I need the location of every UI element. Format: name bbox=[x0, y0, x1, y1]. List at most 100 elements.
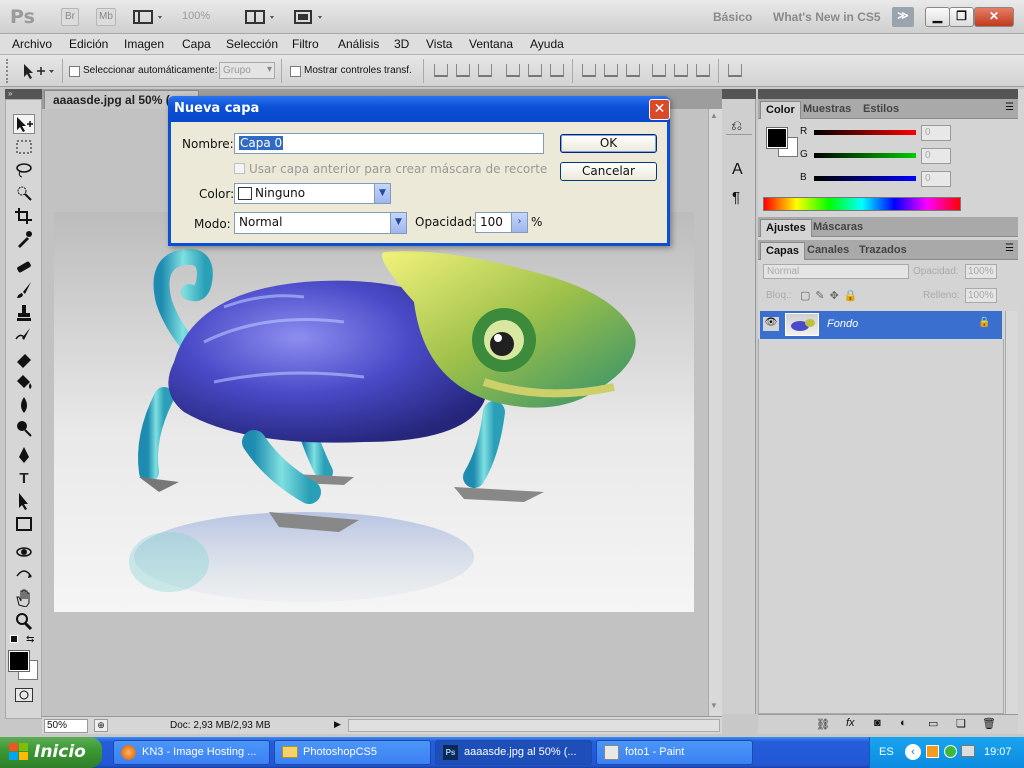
tab-mascaras[interactable]: Máscaras bbox=[808, 219, 868, 237]
history-panel-icon[interactable]: ⎌ bbox=[731, 117, 742, 134]
dodge-tool[interactable] bbox=[13, 419, 35, 439]
tab-muestras[interactable]: Muestras bbox=[798, 101, 856, 119]
pen-tool[interactable] bbox=[13, 446, 35, 466]
lock-icons[interactable]: ▢✎✥🔒 bbox=[800, 289, 863, 302]
layer-row-fondo[interactable]: 👁 Fondo 🔒 bbox=[760, 311, 1002, 339]
eraser-tool[interactable] bbox=[13, 350, 35, 370]
move-tool[interactable] bbox=[13, 114, 35, 134]
arrange-documents-button[interactable] bbox=[244, 8, 280, 26]
menu-ayuda[interactable]: Ayuda bbox=[530, 37, 564, 51]
character-panel-icon[interactable]: A bbox=[732, 161, 743, 179]
paragraph-panel-icon[interactable]: ¶ bbox=[732, 189, 740, 206]
workspace-more-button[interactable]: ≫ bbox=[892, 7, 914, 27]
tray-status-icon[interactable] bbox=[944, 745, 957, 758]
tray-app-icon[interactable] bbox=[926, 745, 939, 758]
clip-mask-checkbox[interactable] bbox=[234, 163, 245, 174]
tab-canales[interactable]: Canales bbox=[802, 242, 854, 260]
view-extras-dropdown[interactable] bbox=[132, 8, 168, 26]
blue-value[interactable]: 0 bbox=[921, 171, 951, 187]
color-foreground-swatch[interactable] bbox=[766, 127, 788, 149]
blue-slider[interactable] bbox=[814, 176, 916, 181]
fx-icon[interactable]: fx bbox=[846, 717, 855, 729]
color-spectrum-ramp[interactable] bbox=[763, 197, 961, 211]
minimize-button[interactable]: ▁ bbox=[925, 7, 950, 27]
quick-selection-tool[interactable] bbox=[13, 184, 35, 204]
menu-capa[interactable]: Capa bbox=[182, 37, 211, 51]
adjustment-layer-icon[interactable]: ◐ bbox=[900, 717, 907, 729]
align-bottom-icon[interactable] bbox=[478, 64, 492, 77]
tray-network-icon[interactable] bbox=[961, 745, 975, 757]
mode-dropdown[interactable]: Normal ▼ bbox=[234, 212, 407, 234]
red-value[interactable]: 0 bbox=[921, 125, 951, 141]
foreground-color-swatch[interactable] bbox=[8, 650, 30, 672]
3d-rotate-tool[interactable] bbox=[13, 543, 35, 563]
fill-input[interactable]: 100% bbox=[965, 288, 997, 303]
align-vcenter-icon[interactable] bbox=[456, 64, 470, 77]
dialog-close-button[interactable]: ✕ bbox=[649, 99, 670, 120]
start-button[interactable]: Inicio bbox=[0, 737, 102, 768]
rectangle-tool[interactable] bbox=[13, 515, 35, 535]
red-slider[interactable] bbox=[814, 130, 916, 135]
default-colors-icon[interactable] bbox=[10, 635, 18, 643]
tool-preset-picker[interactable] bbox=[22, 62, 58, 80]
distribute-hcenter-icon[interactable] bbox=[674, 64, 688, 77]
menu-imagen[interactable]: Imagen bbox=[124, 37, 164, 51]
menu-3d[interactable]: 3D bbox=[394, 37, 409, 51]
blend-mode-dropdown[interactable]: Normal bbox=[763, 264, 909, 279]
clone-stamp-tool[interactable] bbox=[13, 304, 35, 324]
path-selection-tool[interactable] bbox=[13, 492, 35, 512]
show-hidden-icons-icon[interactable]: ‹ bbox=[905, 744, 921, 760]
workspace-basic[interactable]: Básico bbox=[713, 10, 752, 24]
language-indicator[interactable]: ES bbox=[879, 746, 894, 758]
opacity-input[interactable]: 100 › bbox=[475, 212, 528, 233]
distribute-left-icon[interactable] bbox=[652, 64, 666, 77]
tab-estilos[interactable]: Estilos bbox=[858, 101, 904, 119]
collapse-bar[interactable] bbox=[722, 89, 756, 99]
auto-select-dropdown[interactable]: Grupo ▾ bbox=[219, 62, 275, 79]
tools-collapse-bar[interactable]: » bbox=[5, 89, 42, 99]
type-tool[interactable]: T bbox=[13, 469, 35, 489]
lasso-tool[interactable] bbox=[13, 161, 35, 181]
clock[interactable]: 19:07 bbox=[984, 746, 1012, 758]
task-photoshop[interactable]: Ps aaaasde.jpg al 50% (... bbox=[435, 740, 592, 765]
bridge-button[interactable]: Br bbox=[61, 8, 79, 26]
distribute-right-icon[interactable] bbox=[696, 64, 710, 77]
eyedropper-tool[interactable] bbox=[13, 230, 35, 250]
panels-collapse-bar[interactable] bbox=[758, 89, 1018, 99]
layers-scrollbar[interactable] bbox=[1005, 311, 1018, 714]
restore-button[interactable]: ❐ bbox=[949, 7, 974, 27]
dialog-title-bar[interactable]: Nueva capa ✕ bbox=[168, 96, 670, 122]
tab-trazados[interactable]: Trazados bbox=[854, 242, 912, 260]
distribute-vcenter-icon[interactable] bbox=[604, 64, 618, 77]
3d-orbit-tool[interactable] bbox=[13, 566, 35, 586]
healing-brush-tool[interactable] bbox=[13, 258, 35, 278]
workspace-whats-new[interactable]: What's New in CS5 bbox=[773, 10, 881, 24]
align-top-icon[interactable] bbox=[434, 64, 448, 77]
swap-colors-icon[interactable]: ⇆ bbox=[26, 634, 34, 645]
color-dropdown[interactable]: Ninguno ▼ bbox=[234, 183, 391, 204]
align-left-icon[interactable] bbox=[506, 64, 520, 77]
align-hcenter-icon[interactable] bbox=[528, 64, 542, 77]
status-arrow-icon[interactable]: ▶ bbox=[334, 719, 341, 730]
layers-panel-menu-icon[interactable]: ☰ bbox=[1005, 243, 1014, 254]
tab-ajustes[interactable]: Ajustes bbox=[760, 219, 812, 237]
show-transform-checkbox[interactable] bbox=[290, 66, 301, 77]
document-canvas[interactable] bbox=[54, 212, 694, 612]
menu-vista[interactable]: Vista bbox=[426, 37, 452, 51]
mini-bridge-button[interactable]: Mb bbox=[96, 8, 116, 26]
menu-archivo[interactable]: Archivo bbox=[12, 37, 52, 51]
zoom-tool[interactable] bbox=[13, 612, 35, 632]
scroll-up-icon[interactable]: ▲ bbox=[710, 111, 718, 120]
eye-icon[interactable]: 👁 bbox=[763, 317, 779, 331]
trash-icon[interactable]: 🗑 bbox=[982, 717, 996, 730]
auto-select-checkbox[interactable] bbox=[69, 66, 80, 77]
new-layer-icon[interactable]: ❏ bbox=[956, 717, 966, 730]
screen-mode-button[interactable] bbox=[292, 8, 328, 26]
close-button[interactable]: ✕ bbox=[974, 7, 1014, 27]
hand-tool[interactable] bbox=[13, 589, 35, 609]
task-firefox[interactable]: KN3 - Image Hosting ... bbox=[113, 740, 270, 765]
task-folder[interactable]: PhotoshopCS5 bbox=[274, 740, 431, 765]
green-value[interactable]: 0 bbox=[921, 148, 951, 164]
vertical-scrollbar[interactable]: ▲ ▼ bbox=[708, 109, 722, 716]
chevron-right-icon[interactable]: › bbox=[511, 213, 527, 232]
